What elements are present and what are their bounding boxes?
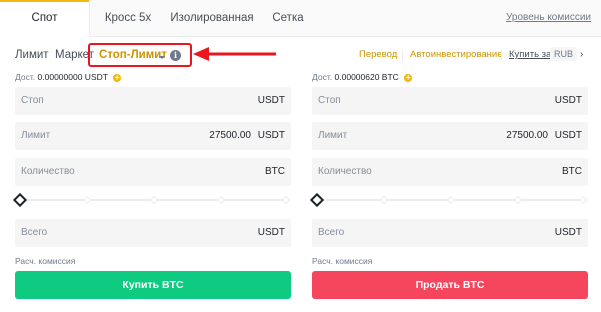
total-field[interactable]: Всего USDT [15, 219, 291, 247]
field-unit: USDT [257, 95, 285, 106]
buy-button[interactable]: Купить BTC [15, 271, 291, 299]
trade-mode-tabs: Спот Кросс 5x Изолированная Сетка Уровен… [0, 0, 601, 37]
slider-tick[interactable] [82, 195, 92, 205]
slider-tick[interactable] [149, 195, 159, 205]
buy-with-link[interactable]: Купить за [509, 49, 551, 60]
available-value: 0.00000000 USDT [37, 72, 108, 82]
tab-grid[interactable]: Сетка [260, 0, 316, 37]
amount-field[interactable]: Количество BTC [15, 158, 291, 186]
estimated-fee-label: Расч. комиссия [15, 256, 76, 266]
tab-isolated[interactable]: Изолированная [164, 0, 260, 37]
amount-slider[interactable] [309, 192, 588, 208]
field-label: Количество [21, 166, 75, 177]
separator [402, 50, 403, 61]
currency-badge[interactable]: RUB [550, 47, 578, 61]
order-type-limit[interactable]: Лимит [15, 49, 49, 61]
amount-field[interactable]: Количество BTC [312, 158, 588, 186]
field-label: Стоп [21, 95, 44, 106]
field-unit: USDT [554, 130, 582, 141]
field-label: Количество [318, 166, 372, 177]
stop-price-field[interactable]: Стоп USDT [312, 87, 588, 115]
field-label: Лимит [318, 130, 348, 141]
slider-handle-icon[interactable] [12, 192, 28, 208]
estimated-fee-label: Расч. комиссия [312, 256, 373, 266]
slider-tick[interactable] [281, 195, 291, 205]
available-balance: Дост. 0.00000620 BTC + [312, 72, 413, 82]
field-unit: USDT [257, 130, 285, 141]
slider-tick[interactable] [379, 195, 389, 205]
field-unit: USDT [554, 227, 582, 238]
plus-circle-icon[interactable]: + [404, 74, 413, 82]
field-label: Стоп [318, 95, 341, 106]
slider-tick[interactable] [446, 195, 456, 205]
stop-price-field[interactable]: Стоп USDT [15, 87, 291, 115]
slider-tick[interactable] [513, 195, 523, 205]
limit-price-field[interactable]: Лимит 27500.00 USDT [312, 122, 588, 150]
available-label: Дост. [312, 72, 333, 82]
available-value: 0.00000620 BTC [334, 72, 399, 82]
tab-cross[interactable]: Кросс 5x [96, 0, 160, 37]
highlight-box [88, 43, 192, 67]
slider-handle-icon[interactable] [309, 192, 325, 208]
total-field[interactable]: Всего USDT [312, 219, 588, 247]
slider-tick[interactable] [578, 195, 588, 205]
transfer-link[interactable]: Перевод [359, 49, 397, 60]
available-label: Дост. [15, 72, 36, 82]
fee-level-link[interactable]: Уровень комиссии [506, 12, 591, 23]
field-unit: USDT [554, 95, 582, 106]
field-unit: USDT [257, 227, 285, 238]
sell-button[interactable]: Продать BTC [312, 271, 588, 299]
slider-tick[interactable] [216, 195, 226, 205]
auto-invest-link[interactable]: Автоинвестирование [410, 49, 503, 60]
field-label: Лимит [21, 130, 51, 141]
plus-circle-icon[interactable]: + [113, 74, 122, 82]
tab-spot[interactable]: Спот [0, 0, 90, 37]
field-unit: BTC [265, 166, 285, 177]
field-unit: BTC [562, 166, 582, 177]
chevron-right-icon[interactable]: › [580, 49, 583, 60]
field-value: 27500.00 [209, 130, 251, 141]
amount-slider[interactable] [12, 192, 291, 208]
available-balance: Дост. 0.00000000 USDT + [15, 72, 122, 82]
separator [501, 50, 502, 61]
limit-price-field[interactable]: Лимит 27500.00 USDT [15, 122, 291, 150]
annotation-arrow-icon [193, 47, 276, 61]
field-label: Всего [318, 227, 345, 238]
field-value: 27500.00 [506, 130, 548, 141]
field-label: Всего [21, 227, 48, 238]
